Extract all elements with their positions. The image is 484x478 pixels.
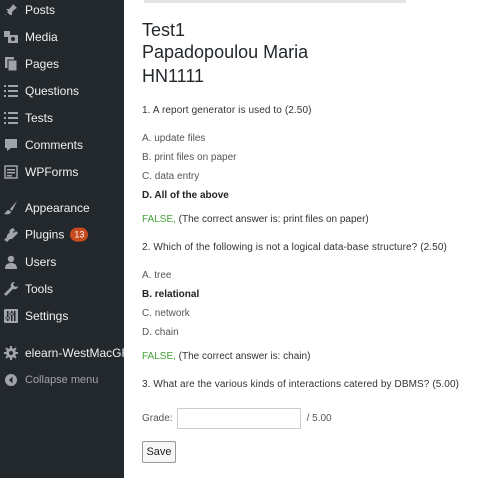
sidebar-item-tests[interactable]: Tests xyxy=(0,104,124,131)
sidebar-item-label: Plugins 13 xyxy=(25,227,89,242)
sidebar-item-posts[interactable]: Posts xyxy=(0,0,124,23)
answer-verdict: FALSE, (The correct answer is: chain) xyxy=(142,351,310,362)
grade-row: Grade: / 5.00 xyxy=(142,407,332,429)
student-id: HN1111 xyxy=(142,66,205,86)
collapse-menu-button[interactable]: Collapse menu xyxy=(0,366,124,393)
sidebar-item-plugins[interactable]: Plugins 13 xyxy=(0,221,124,248)
forms-icon xyxy=(3,164,19,180)
grade-max-label: / 5.00 xyxy=(306,412,332,424)
grade-input[interactable] xyxy=(176,407,301,429)
wrench-icon xyxy=(3,281,19,297)
answer-option: A. update files xyxy=(142,133,206,144)
verdict-detail: (The correct answer is: chain) xyxy=(175,351,311,362)
plugin-icon xyxy=(3,227,19,243)
sidebar-item-label: Tools xyxy=(25,281,54,296)
answer-option: D. chain xyxy=(142,327,179,338)
grade-label: Grade: xyxy=(142,412,173,424)
sidebar-item-settings[interactable]: Settings xyxy=(0,302,124,329)
collapse-icon xyxy=(3,372,19,388)
sidebar-item-pages[interactable]: Pages xyxy=(0,50,124,77)
sidebar-item-questions[interactable]: Questions xyxy=(0,77,124,104)
list-icon xyxy=(3,83,19,99)
question-text: 1. A report generator is used to (2.50) xyxy=(142,105,312,116)
sidebar-item-comments[interactable]: Comments xyxy=(0,131,124,158)
answer-verdict: FALSE, (The correct answer is: print fil… xyxy=(142,214,369,225)
student-name: Papadopoulou Maria xyxy=(142,42,309,62)
sidebar-item-label: Settings xyxy=(25,308,69,323)
brush-icon xyxy=(3,200,19,216)
sidebar-item-wpforms[interactable]: WPForms xyxy=(0,158,124,185)
top-divider xyxy=(144,0,406,3)
gear-icon xyxy=(3,345,19,361)
tests-icon xyxy=(3,110,19,126)
sidebar-item-media[interactable]: Media xyxy=(0,23,124,50)
sidebar-item-label: Appearance xyxy=(25,200,90,215)
sidebar-item-tools[interactable]: Tools xyxy=(0,275,124,302)
answer-option: A. tree xyxy=(142,270,172,281)
sidebar-item-plugins-label: Plugins xyxy=(25,227,65,242)
test-title: Test1 xyxy=(142,20,186,40)
sidebar-item-label: WPForms xyxy=(25,164,79,179)
answer-option: C. data entry xyxy=(142,171,200,182)
admin-sidebar: Posts Media Pages Questions Tests Commen… xyxy=(0,0,130,478)
question-text: 2. Which of the following is not a logic… xyxy=(142,242,447,253)
sidebar-item-elearn[interactable]: elearn-WestMacGR xyxy=(0,339,130,366)
sidebar-item-label: Users xyxy=(25,254,57,269)
pages-icon xyxy=(3,56,19,72)
media-icon xyxy=(3,29,19,45)
sidebar-item-label: Media xyxy=(25,29,58,44)
sidebar-item-label: Tests xyxy=(25,110,54,125)
verdict-detail: (The correct answer is: print files on p… xyxy=(175,214,369,225)
save-button[interactable]: Save xyxy=(142,441,176,463)
settings-icon xyxy=(3,308,19,324)
sidebar-item-label: Questions xyxy=(25,83,80,98)
verdict-label: FALSE, xyxy=(142,214,176,225)
sidebar-item-label: Comments xyxy=(25,137,84,152)
answer-option: B. print files on paper xyxy=(142,152,237,163)
sidebar-item-users[interactable]: Users xyxy=(0,248,124,275)
answer-option: C. network xyxy=(142,308,190,319)
question-text: 3. What are the various kinds of interac… xyxy=(142,379,460,390)
update-count-badge: 13 xyxy=(70,227,89,242)
sidebar-item-label: Posts xyxy=(25,2,56,17)
sidebar-item-appearance[interactable]: Appearance xyxy=(0,194,124,221)
comment-icon xyxy=(3,137,19,153)
pin-icon xyxy=(3,2,19,18)
selected-answer-option: D. All of the above xyxy=(142,190,229,201)
user-icon xyxy=(3,254,19,270)
sidebar-item-label: elearn-WestMacGR xyxy=(25,345,131,360)
verdict-label: FALSE, xyxy=(142,351,176,362)
sidebar-item-label: Collapse menu xyxy=(25,373,99,386)
sidebar-item-label: Pages xyxy=(25,56,60,71)
selected-answer-option: B. relational xyxy=(142,289,200,300)
